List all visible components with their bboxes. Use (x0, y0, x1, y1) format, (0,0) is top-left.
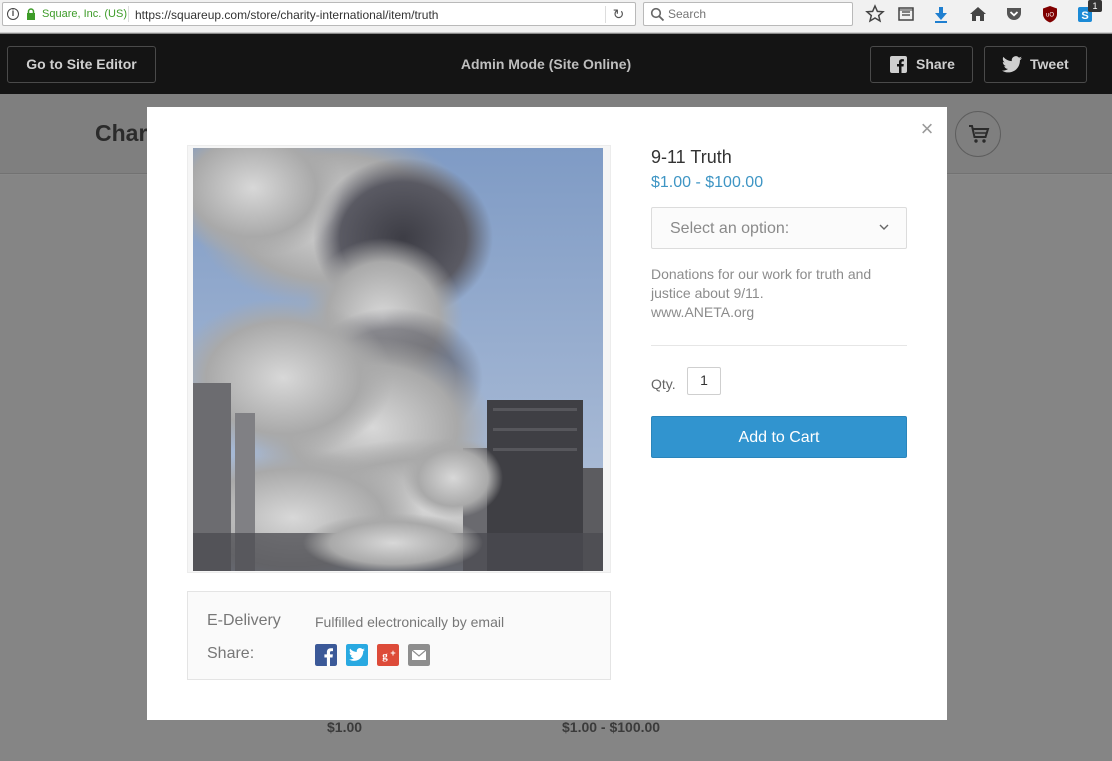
url-bar[interactable]: i Square, Inc. (US) https://squareup.com… (2, 2, 636, 26)
qty-label: Qty. (651, 376, 676, 392)
url-text[interactable]: https://squareup.com/store/charity-inter… (135, 8, 438, 22)
svg-text:S: S (1081, 10, 1088, 22)
search-bar[interactable] (643, 2, 853, 26)
facebook-icon (890, 56, 907, 73)
site-identity[interactable]: Square, Inc. (US) (42, 8, 127, 20)
option-select-placeholder: Select an option: (670, 220, 790, 237)
description-line: Donations for our work for truth and (651, 266, 872, 282)
product-image-frame (187, 145, 611, 573)
info-icon[interactable]: i (7, 8, 19, 20)
share-label: Share (916, 56, 955, 72)
product-description: Donations for our work for truth and jus… (651, 265, 907, 322)
lock-icon (27, 8, 35, 20)
product-price: $1.00 - $100.00 (651, 174, 764, 191)
close-icon[interactable]: × (917, 117, 937, 141)
twitter-icon (1002, 56, 1022, 73)
cart-button[interactable] (955, 111, 1001, 157)
svg-text:+: + (390, 648, 395, 658)
store-name: Char (95, 120, 148, 146)
admin-mode-text: Admin Mode (Site Online) (460, 56, 632, 72)
add-to-cart-button[interactable]: Add to Cart (651, 416, 907, 458)
svg-text:uO: uO (1046, 13, 1054, 19)
background-item-price: $1.00 (327, 719, 363, 735)
extension-badge: 1 (1088, 0, 1102, 12)
email-icon[interactable] (408, 644, 430, 666)
option-select[interactable]: Select an option: (651, 207, 907, 249)
description-link: www.ANETA.org (651, 304, 755, 320)
tweet-label: Tweet (1030, 56, 1069, 72)
home-icon[interactable] (968, 4, 988, 24)
share-button[interactable]: Share (870, 46, 973, 83)
twitter-icon[interactable] (346, 644, 368, 666)
divider (651, 345, 907, 346)
svg-text:g: g (382, 650, 388, 662)
site-editor-button[interactable]: Go to Site Editor (7, 46, 156, 83)
delivery-label: E-Delivery (207, 612, 281, 629)
pocket-icon[interactable] (1004, 4, 1024, 24)
url-divider (128, 6, 129, 22)
search-icon (650, 7, 665, 22)
share-label: Share: (207, 645, 255, 662)
product-modal: × E-Delivery Fulfilled electronically by… (147, 107, 947, 720)
reload-icon[interactable]: ↻ (605, 6, 631, 23)
tweet-button[interactable]: Tweet (984, 46, 1087, 83)
delivery-value: Fulfilled electronically by email (315, 614, 505, 630)
chevron-down-icon (879, 224, 889, 230)
product-image[interactable] (193, 148, 603, 571)
cart-icon (969, 125, 990, 143)
google-plus-icon[interactable]: g + (377, 644, 399, 666)
bookmark-star-icon[interactable] (865, 4, 885, 24)
product-title: 9-11 Truth (651, 147, 732, 167)
download-icon[interactable] (931, 4, 951, 24)
background-item-price: $1.00 - $100.00 (562, 719, 661, 735)
ublock-icon[interactable]: uO (1040, 4, 1060, 24)
browser-toolbar: i Square, Inc. (US) https://squareup.com… (0, 0, 1112, 33)
search-input[interactable] (668, 6, 848, 22)
admin-bar: Go to Site Editor Admin Mode (Site Onlin… (0, 34, 1112, 94)
description-line: justice about 9/11. (651, 285, 764, 301)
facebook-icon[interactable] (315, 644, 337, 666)
qty-input[interactable] (687, 367, 721, 395)
product-details-box: E-Delivery Fulfilled electronically by e… (187, 591, 611, 680)
reading-list-icon[interactable] (896, 4, 916, 24)
